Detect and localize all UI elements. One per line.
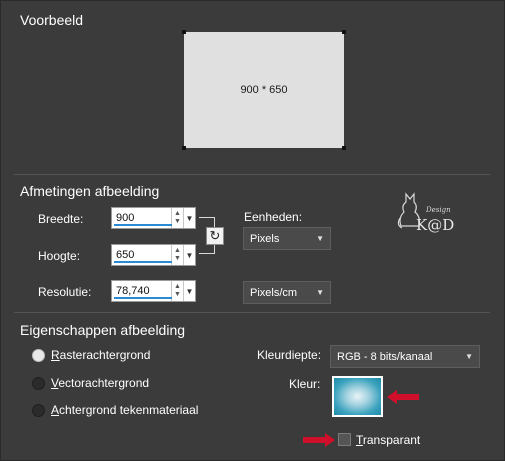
- link-aspect-icon[interactable]: ↻: [206, 227, 224, 245]
- chevron-down-icon: ▼: [316, 234, 324, 243]
- height-spinbox[interactable]: 650 ▲ ▼ ▼: [111, 244, 196, 266]
- resolution-spinbox[interactable]: 78,740 ▲ ▼ ▼: [111, 280, 196, 302]
- annotation-arrow-left-icon: [387, 390, 419, 404]
- preview-image: 900 * 650: [184, 32, 344, 148]
- preview-corner-handle: [342, 30, 346, 34]
- height-spin-arrows[interactable]: ▲ ▼: [171, 245, 183, 265]
- background-color-swatch[interactable]: [332, 376, 383, 417]
- spin-up-icon[interactable]: ▲: [174, 247, 181, 255]
- preview-size-text: 900 * 650: [240, 84, 288, 96]
- color-depth-dropdown[interactable]: RGB - 8 bits/kanaal ▼: [330, 345, 480, 368]
- units-dropdown-value: Pixels: [250, 232, 280, 245]
- width-label: Breedte:: [38, 212, 84, 226]
- radio-label: Vectorachtergrond: [51, 376, 150, 390]
- resolution-units-dropdown[interactable]: Pixels/cm ▼: [243, 281, 331, 304]
- color-depth-dropdown-value: RGB - 8 bits/kanaal: [337, 350, 433, 363]
- resolution-label: Resolutie:: [38, 285, 92, 299]
- width-dropdown-arrow-icon[interactable]: ▼: [183, 208, 195, 228]
- radio-button[interactable]: [32, 376, 45, 390]
- height-input-underline: [114, 261, 172, 263]
- height-label: Hoogte:: [38, 249, 81, 263]
- annotation-arrow-right-icon: [303, 433, 335, 447]
- preview-corner-handle: [342, 146, 346, 150]
- transparent-checkbox[interactable]: [338, 433, 351, 446]
- resolution-units-dropdown-value: Pixels/cm: [250, 286, 298, 299]
- resolution-dropdown-arrow-icon[interactable]: ▼: [183, 281, 195, 301]
- width-spinbox[interactable]: 900 ▲ ▼ ▼: [111, 207, 196, 229]
- units-dropdown[interactable]: Pixels ▼: [243, 227, 331, 250]
- preview-section-title: Voorbeeld: [20, 12, 84, 28]
- preview-corner-handle: [182, 30, 186, 34]
- radio-label: Rasterachtergrond: [51, 348, 151, 362]
- logo-text: K@D: [416, 216, 454, 234]
- units-label: Eenheden:: [244, 210, 303, 224]
- section-divider: [14, 174, 490, 175]
- preview-corner-handle: [182, 146, 186, 150]
- radio-raster-background[interactable]: Rasterachtergrond: [32, 348, 150, 362]
- spin-down-icon[interactable]: ▼: [174, 255, 181, 263]
- radio-art-media-background[interactable]: Achtergrond tekenmateriaal: [32, 403, 198, 417]
- properties-section-title: Eigenschappen afbeelding: [20, 322, 186, 338]
- resolution-input-underline: [114, 297, 172, 299]
- color-label: Kleur:: [289, 377, 321, 391]
- radio-label: Achtergrond tekenmateriaal: [51, 403, 199, 417]
- spin-up-icon[interactable]: ▲: [174, 283, 181, 291]
- spin-down-icon[interactable]: ▼: [174, 218, 181, 226]
- radio-button[interactable]: [32, 403, 45, 417]
- transparent-label: Transparant: [356, 433, 421, 447]
- section-divider: [14, 312, 490, 313]
- height-dropdown-arrow-icon[interactable]: ▼: [183, 245, 195, 265]
- width-input-underline: [114, 224, 172, 226]
- chevron-down-icon: ▼: [465, 352, 473, 361]
- chevron-down-icon: ▼: [316, 288, 324, 297]
- color-depth-label: Kleurdiepte:: [257, 348, 322, 362]
- width-spin-arrows[interactable]: ▲ ▼: [171, 208, 183, 228]
- kad-logo-watermark: Design K@D: [397, 192, 454, 234]
- spin-down-icon[interactable]: ▼: [174, 291, 181, 299]
- resolution-spin-arrows[interactable]: ▲ ▼: [171, 281, 183, 301]
- radio-vector-background[interactable]: Vectorachtergrond: [32, 376, 149, 390]
- spin-up-icon[interactable]: ▲: [174, 210, 181, 218]
- logo-small-text: Design: [425, 206, 451, 214]
- radio-button-selected[interactable]: [32, 348, 45, 362]
- dimensions-section-title: Afmetingen afbeelding: [20, 183, 160, 199]
